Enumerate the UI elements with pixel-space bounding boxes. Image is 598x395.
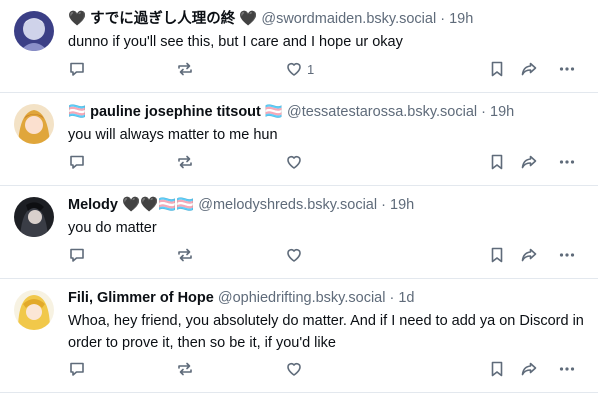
more-icon: [558, 153, 576, 171]
share-icon: [520, 246, 538, 264]
author-handle[interactable]: @swordmaiden.bsky.social: [261, 11, 436, 27]
reply-feed: 🖤 すでに過ぎし人理の終 🖤 @swordmaiden.bsky.social …: [0, 0, 598, 393]
repost-button[interactable]: [176, 57, 194, 81]
author-handle[interactable]: @ophiedrifting.bsky.social: [218, 290, 386, 306]
bookmark-icon: [488, 246, 506, 264]
reply-button[interactable]: [68, 57, 86, 81]
post-actions: [68, 243, 584, 267]
more-options-button[interactable]: [558, 357, 576, 381]
timestamp[interactable]: 19h: [390, 197, 414, 213]
bookmark-button[interactable]: [488, 57, 506, 81]
reply-icon: [68, 246, 86, 264]
post-meta: 🖤 すでに過ぎし人理の終 🖤 @swordmaiden.bsky.social …: [68, 9, 590, 29]
avatar[interactable]: [14, 11, 54, 51]
post-content: Fili, Glimmer of Hope @ophiedrifting.bsk…: [68, 288, 590, 354]
repost-icon: [176, 60, 194, 78]
bookmark-button[interactable]: [488, 150, 506, 174]
reply-icon: [68, 360, 86, 378]
bookmark-button[interactable]: [488, 357, 506, 381]
post-actions: [68, 357, 584, 381]
more-options-button[interactable]: [558, 150, 576, 174]
repost-icon: [176, 246, 194, 264]
post-meta: Fili, Glimmer of Hope @ophiedrifting.bsk…: [68, 288, 590, 308]
post-content: Melody 🖤🖤🏳️‍⚧️🏳️‍⚧️ @melodyshreds.bsky.s…: [68, 195, 590, 239]
post-content: 🖤 すでに過ぎし人理の終 🖤 @swordmaiden.bsky.social …: [68, 9, 590, 53]
like-icon: [285, 360, 303, 378]
separator: ·: [440, 11, 446, 27]
more-icon: [558, 246, 576, 264]
post[interactable]: 🏳️‍⚧️ pauline josephine titsout 🏳️‍⚧️ @t…: [0, 93, 598, 186]
repost-icon: [176, 360, 194, 378]
author-name[interactable]: Fili, Glimmer of Hope: [68, 290, 214, 306]
separator: ·: [381, 197, 386, 213]
share-icon: [520, 153, 538, 171]
separator: ·: [481, 104, 486, 120]
share-button[interactable]: [520, 357, 538, 381]
post-actions: [68, 150, 584, 174]
timestamp[interactable]: 19h: [449, 11, 473, 27]
author-handle[interactable]: @melodyshreds.bsky.social: [198, 197, 377, 213]
reply-button[interactable]: [68, 357, 86, 381]
like-count: 1: [307, 61, 315, 77]
post-text: Whoa, hey friend, you absolutely do matt…: [68, 313, 584, 351]
like-button[interactable]: [285, 357, 307, 381]
post[interactable]: 🖤 すでに過ぎし人理の終 🖤 @swordmaiden.bsky.social …: [0, 0, 598, 93]
timestamp[interactable]: 1d: [398, 290, 414, 306]
post-meta: 🏳️‍⚧️ pauline josephine titsout 🏳️‍⚧️ @t…: [68, 102, 590, 122]
more-options-button[interactable]: [558, 57, 576, 81]
post-text: you do matter: [68, 220, 157, 236]
post[interactable]: Fili, Glimmer of Hope @ophiedrifting.bsk…: [0, 279, 598, 393]
avatar[interactable]: [14, 104, 54, 144]
timestamp[interactable]: 19h: [490, 104, 514, 120]
share-button[interactable]: [520, 243, 538, 267]
reply-button[interactable]: [68, 150, 86, 174]
separator: ·: [389, 290, 395, 306]
like-icon: [285, 153, 303, 171]
post-content: 🏳️‍⚧️ pauline josephine titsout 🏳️‍⚧️ @t…: [68, 102, 590, 146]
share-button[interactable]: [520, 57, 538, 81]
reply-icon: [68, 153, 86, 171]
avatar[interactable]: [14, 197, 54, 237]
reply-button[interactable]: [68, 243, 86, 267]
like-icon: [285, 246, 303, 264]
author-handle[interactable]: @tessatestarossa.bsky.social: [287, 104, 477, 120]
reply-icon: [68, 60, 86, 78]
repost-button[interactable]: [176, 150, 194, 174]
post-meta: Melody 🖤🖤🏳️‍⚧️🏳️‍⚧️ @melodyshreds.bsky.s…: [68, 195, 590, 215]
share-button[interactable]: [520, 150, 538, 174]
repost-icon: [176, 153, 194, 171]
bookmark-icon: [488, 360, 506, 378]
post-text: dunno if you'll see this, but I care and…: [68, 34, 403, 50]
avatar[interactable]: [14, 290, 54, 330]
bookmark-icon: [488, 153, 506, 171]
more-icon: [558, 360, 576, 378]
author-name[interactable]: Melody 🖤🖤🏳️‍⚧️🏳️‍⚧️: [68, 197, 194, 213]
repost-button[interactable]: [176, 357, 194, 381]
post-actions: 1: [68, 57, 584, 81]
like-button[interactable]: 1: [285, 57, 314, 81]
post[interactable]: Melody 🖤🖤🏳️‍⚧️🏳️‍⚧️ @melodyshreds.bsky.s…: [0, 186, 598, 279]
author-name[interactable]: 🖤 すでに過ぎし人理の終 🖤: [68, 11, 257, 27]
like-icon: [285, 60, 303, 78]
post-text: you will always matter to me hun: [68, 127, 278, 143]
author-name[interactable]: 🏳️‍⚧️ pauline josephine titsout 🏳️‍⚧️: [68, 104, 283, 120]
share-icon: [520, 360, 538, 378]
bookmark-icon: [488, 60, 506, 78]
like-button[interactable]: [285, 150, 307, 174]
more-options-button[interactable]: [558, 243, 576, 267]
bookmark-button[interactable]: [488, 243, 506, 267]
share-icon: [520, 60, 538, 78]
like-button[interactable]: [285, 243, 307, 267]
more-icon: [558, 60, 576, 78]
repost-button[interactable]: [176, 243, 194, 267]
